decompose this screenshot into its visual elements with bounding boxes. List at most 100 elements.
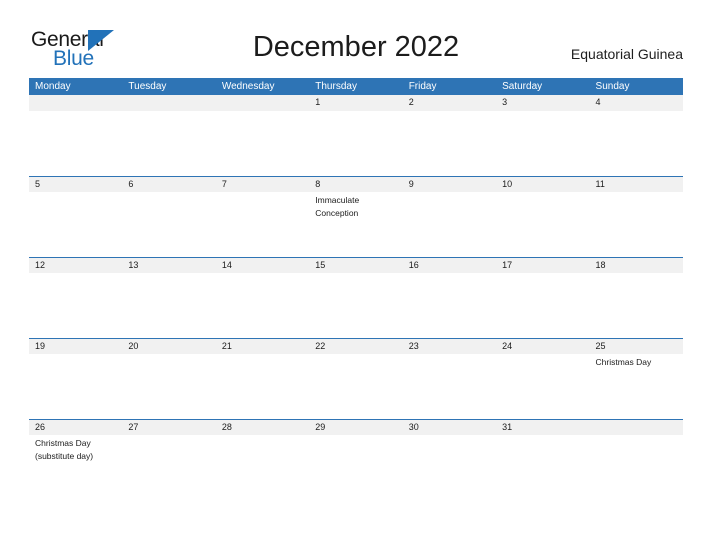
day-cell-empty bbox=[122, 111, 215, 176]
day-number-24[interactable]: 24 bbox=[496, 339, 589, 354]
day-number-29[interactable]: 29 bbox=[309, 420, 402, 435]
week-event-band bbox=[29, 111, 683, 176]
day-number-10[interactable]: 10 bbox=[496, 177, 589, 192]
day-cell-23[interactable] bbox=[403, 354, 496, 419]
weekday-header-row: Monday Tuesday Wednesday Thursday Friday… bbox=[29, 78, 683, 95]
day-number-31[interactable]: 31 bbox=[496, 420, 589, 435]
calendar-week-row: 19 20 21 22 23 24 25 Christmas Day bbox=[29, 338, 683, 419]
day-cell-17[interactable] bbox=[496, 273, 589, 338]
weekday-tuesday: Tuesday bbox=[128, 81, 167, 92]
day-cell-21[interactable] bbox=[216, 354, 309, 419]
weekday-saturday: Saturday bbox=[502, 81, 543, 92]
week-date-band: 19 20 21 22 23 24 25 bbox=[29, 338, 683, 354]
week-event-band: Christmas Day bbox=[29, 354, 683, 419]
day-cell-9[interactable] bbox=[403, 192, 496, 257]
day-number-1[interactable]: 1 bbox=[309, 95, 402, 111]
day-number-empty bbox=[29, 95, 122, 111]
day-cell-29[interactable] bbox=[309, 435, 402, 480]
day-cell-25[interactable]: Christmas Day bbox=[590, 354, 683, 419]
day-cell-7[interactable] bbox=[216, 192, 309, 257]
day-number-30[interactable]: 30 bbox=[403, 420, 496, 435]
day-cell-27[interactable] bbox=[122, 435, 215, 480]
day-cell-28[interactable] bbox=[216, 435, 309, 480]
holiday-label: Conception bbox=[315, 208, 359, 218]
day-number-9[interactable]: 9 bbox=[403, 177, 496, 192]
day-number-5[interactable]: 5 bbox=[29, 177, 122, 192]
day-number-2[interactable]: 2 bbox=[403, 95, 496, 111]
day-cell-24[interactable] bbox=[496, 354, 589, 419]
week-event-band bbox=[29, 273, 683, 338]
calendar-week-row: 12 13 14 15 16 17 18 bbox=[29, 257, 683, 338]
day-number-19[interactable]: 19 bbox=[29, 339, 122, 354]
day-cell-6[interactable] bbox=[122, 192, 215, 257]
day-number-23[interactable]: 23 bbox=[403, 339, 496, 354]
week-date-band: 5 6 7 8 9 10 11 bbox=[29, 176, 683, 192]
day-cell-15[interactable] bbox=[309, 273, 402, 338]
day-number-13[interactable]: 13 bbox=[122, 258, 215, 273]
day-cell-4[interactable] bbox=[590, 111, 683, 176]
day-number-18[interactable]: 18 bbox=[590, 258, 683, 273]
day-cell-3[interactable] bbox=[496, 111, 589, 176]
calendar-weeks: 1 2 3 4 5 6 7 8 9 10 11 Immaculate Conception 12 13 14 1… bbox=[29, 95, 683, 480]
day-number-16[interactable]: 16 bbox=[403, 258, 496, 273]
day-number-empty bbox=[590, 420, 683, 435]
holiday-label: Christmas Day bbox=[35, 438, 91, 448]
calendar-week-row: 1234 bbox=[29, 95, 683, 176]
day-cell-13[interactable] bbox=[122, 273, 215, 338]
day-cell-2[interactable] bbox=[403, 111, 496, 176]
country-label: Equatorial Guinea bbox=[570, 46, 683, 62]
day-number-15[interactable]: 15 bbox=[309, 258, 402, 273]
weekday-sunday: Sunday bbox=[595, 81, 630, 92]
day-number-20[interactable]: 20 bbox=[122, 339, 215, 354]
weekday-thursday: Thursday bbox=[315, 81, 357, 92]
calendar-week-row: 26 27 28 29 30 31 Christmas Day (substitute day… bbox=[29, 419, 683, 480]
calendar-page: General Blue December 2022 Equatorial Gu… bbox=[0, 0, 712, 550]
day-number-8[interactable]: 8 bbox=[309, 177, 402, 192]
day-number-17[interactable]: 17 bbox=[496, 258, 589, 273]
day-number-22[interactable]: 22 bbox=[309, 339, 402, 354]
day-number-empty bbox=[122, 95, 215, 111]
week-date-band: 26 27 28 29 30 31 bbox=[29, 419, 683, 435]
day-cell-empty bbox=[590, 435, 683, 480]
day-number-25[interactable]: 25 bbox=[590, 339, 683, 354]
holiday-label: Christmas Day bbox=[595, 357, 652, 367]
day-cell-30[interactable] bbox=[403, 435, 496, 480]
week-event-band: Immaculate Conception bbox=[29, 192, 683, 257]
day-cell-14[interactable] bbox=[216, 273, 309, 338]
day-cell-8[interactable]: Immaculate Conception bbox=[309, 192, 402, 257]
day-number-6[interactable]: 6 bbox=[122, 177, 215, 192]
week-date-band: 1234 bbox=[29, 95, 683, 111]
calendar-grid: Monday Tuesday Wednesday Thursday Friday… bbox=[29, 78, 683, 480]
day-number-4[interactable]: 4 bbox=[590, 95, 683, 111]
day-cell-18[interactable] bbox=[590, 273, 683, 338]
week-event-band: Christmas Day (substitute day) bbox=[29, 435, 683, 480]
day-number-28[interactable]: 28 bbox=[216, 420, 309, 435]
day-number-27[interactable]: 27 bbox=[122, 420, 215, 435]
day-number-26[interactable]: 26 bbox=[29, 420, 122, 435]
weekday-friday: Friday bbox=[408, 81, 437, 92]
day-cell-20[interactable] bbox=[122, 354, 215, 419]
page-header: General Blue December 2022 Equatorial Gu… bbox=[0, 0, 712, 78]
calendar-week-row: 5 6 7 8 9 10 11 Immaculate Conception bbox=[29, 176, 683, 257]
day-cell-16[interactable] bbox=[403, 273, 496, 338]
holiday-label: Immaculate bbox=[315, 195, 360, 205]
day-cell-11[interactable] bbox=[590, 192, 683, 257]
day-cell-26[interactable]: Christmas Day (substitute day) bbox=[29, 435, 122, 480]
day-cell-31[interactable] bbox=[496, 435, 589, 480]
day-cell-5[interactable] bbox=[29, 192, 122, 257]
day-cell-1[interactable] bbox=[309, 111, 402, 176]
day-number-3[interactable]: 3 bbox=[496, 95, 589, 111]
day-cell-12[interactable] bbox=[29, 273, 122, 338]
week-date-band: 12 13 14 15 16 17 18 bbox=[29, 257, 683, 273]
day-cell-10[interactable] bbox=[496, 192, 589, 257]
day-cell-empty bbox=[216, 111, 309, 176]
day-number-11[interactable]: 11 bbox=[590, 177, 683, 192]
day-cell-19[interactable] bbox=[29, 354, 122, 419]
weekday-monday: Monday bbox=[35, 81, 71, 92]
day-number-21[interactable]: 21 bbox=[216, 339, 309, 354]
day-number-14[interactable]: 14 bbox=[216, 258, 309, 273]
day-cell-22[interactable] bbox=[309, 354, 402, 419]
weekday-wednesday: Wednesday bbox=[221, 81, 275, 92]
day-number-12[interactable]: 12 bbox=[29, 258, 122, 273]
day-number-7[interactable]: 7 bbox=[216, 177, 309, 192]
